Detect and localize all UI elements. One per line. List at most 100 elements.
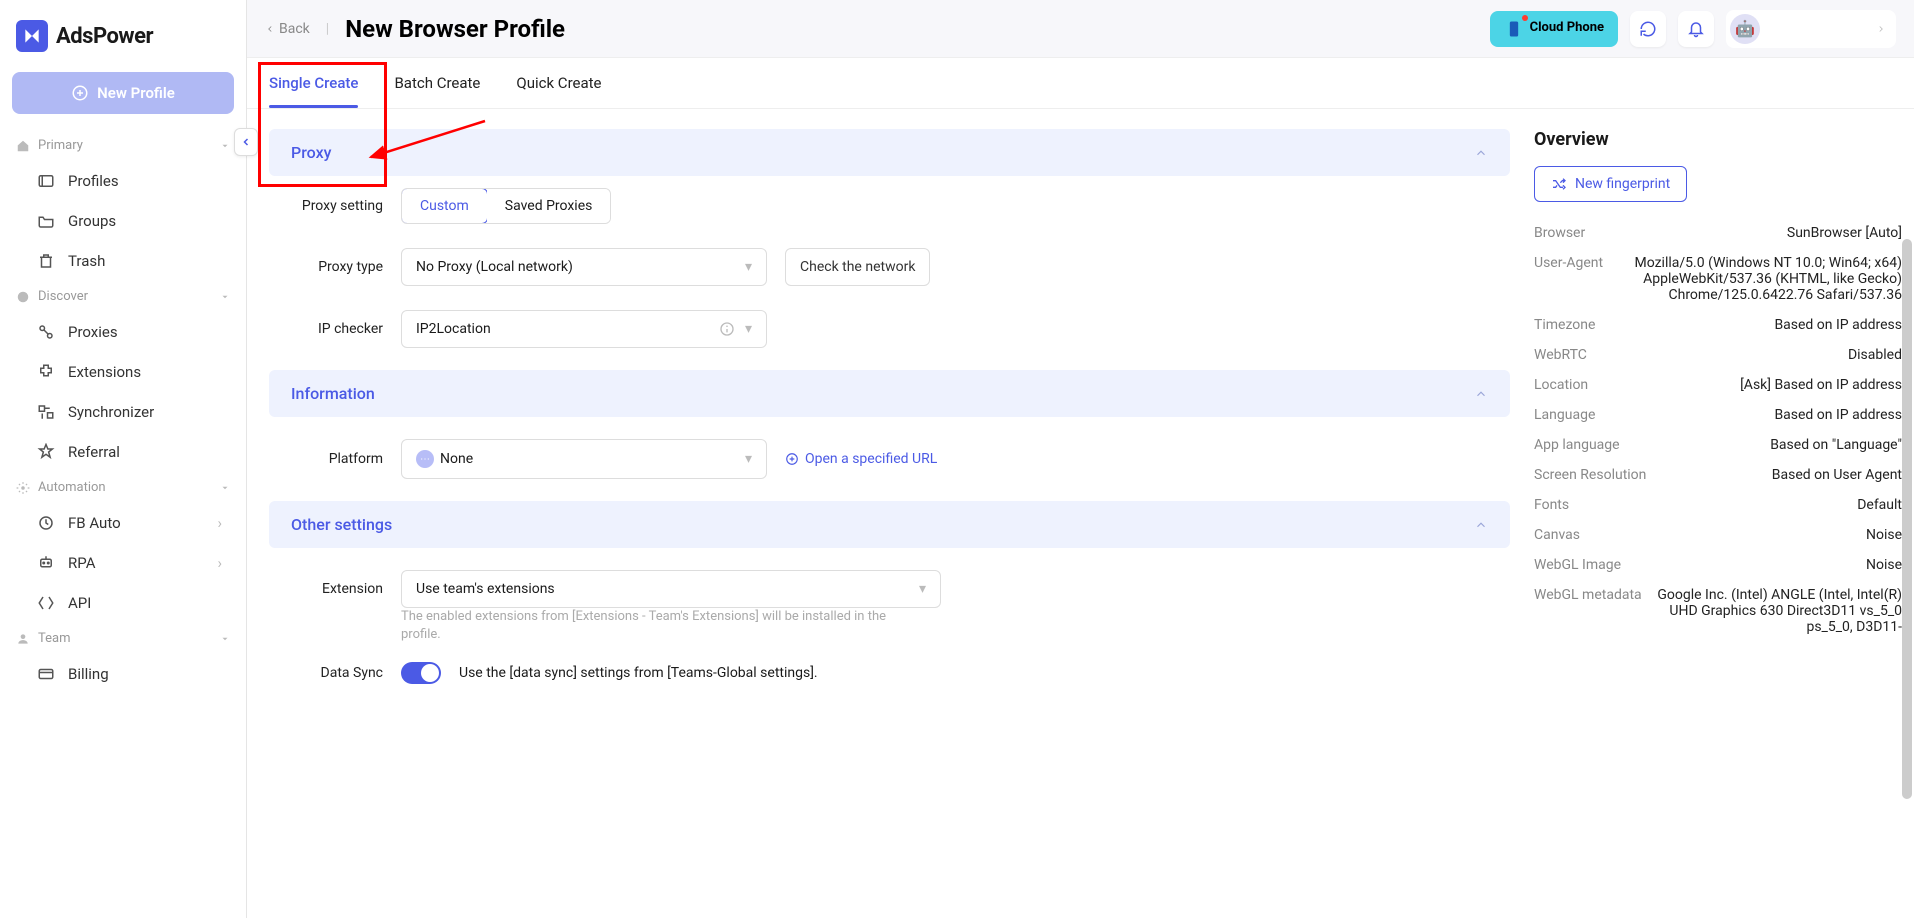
chevron-up-icon xyxy=(1474,146,1488,160)
sidebar-item-fbauto[interactable]: FB Auto › xyxy=(12,503,234,543)
sidebar-item-proxies[interactable]: Proxies xyxy=(12,312,234,352)
notifications-button[interactable] xyxy=(1678,11,1714,47)
overview-row: WebRTCDisabled xyxy=(1534,340,1902,370)
chevron-left-icon xyxy=(240,136,252,148)
chevron-down-icon: ▾ xyxy=(745,259,752,275)
chevron-up-icon xyxy=(1474,518,1488,532)
chevron-right-icon: › xyxy=(217,554,222,572)
overview-row: App language Based on "Language" xyxy=(1534,430,1902,460)
chevron-left-icon xyxy=(265,24,275,34)
sidebar-item-groups[interactable]: Groups xyxy=(12,201,234,241)
overview-label: Language xyxy=(1534,407,1595,423)
nav-section-automation[interactable]: Automation xyxy=(12,472,234,503)
overview-row: Timezone Based on IP address xyxy=(1534,310,1902,340)
overview-label: App language xyxy=(1534,437,1620,453)
nav-section-primary[interactable]: Primary xyxy=(12,130,234,161)
proxy-type-select[interactable]: No Proxy (Local network) ▾ xyxy=(401,248,767,286)
nav-section-discover[interactable]: Discover xyxy=(12,281,234,312)
section-other-header[interactable]: Other settings xyxy=(269,501,1510,548)
proxy-type-value: No Proxy (Local network) xyxy=(416,259,573,275)
open-url-link[interactable]: Open a specified URL xyxy=(785,451,937,467)
automation-label: Automation xyxy=(38,480,106,495)
sidebar-item-profiles[interactable]: Profiles xyxy=(12,161,234,201)
referral-icon xyxy=(36,442,56,462)
sidebar-item-api[interactable]: API xyxy=(12,583,234,623)
proxy-setting-custom[interactable]: Custom xyxy=(401,188,488,224)
information-section-label: Information xyxy=(291,384,375,403)
chevron-down-icon xyxy=(220,292,230,302)
overview-label: WebGL metadata xyxy=(1534,587,1642,603)
proxy-setting-segment: Custom Saved Proxies xyxy=(401,188,611,224)
sync-icon xyxy=(36,402,56,422)
extension-label: Extension xyxy=(269,581,401,597)
trash-icon xyxy=(36,251,56,271)
referral-label: Referral xyxy=(68,443,120,461)
chevron-down-icon: ▾ xyxy=(745,451,752,467)
refresh-icon xyxy=(1639,20,1657,38)
sidebar-item-referral[interactable]: Referral xyxy=(12,432,234,472)
platform-select[interactable]: ⋯ None ▾ xyxy=(401,439,767,479)
sidebar-item-extensions[interactable]: Extensions xyxy=(12,352,234,392)
extensions-icon xyxy=(36,362,56,382)
overview-row: Fonts Default xyxy=(1534,490,1902,520)
sidebar-item-billing[interactable]: Billing xyxy=(12,654,234,694)
api-icon xyxy=(36,593,56,613)
data-sync-toggle[interactable] xyxy=(401,662,441,684)
rpa-icon xyxy=(36,553,56,573)
create-tabs: Single Create Batch Create Quick Create xyxy=(247,58,1914,109)
overview-label: Timezone xyxy=(1534,317,1595,333)
overview-row: CanvasNoise xyxy=(1534,520,1902,550)
ip-checker-select[interactable]: IP2Location ▾ xyxy=(401,310,767,348)
chevron-right-icon xyxy=(1876,24,1886,34)
overview-value: Based on User Agent xyxy=(1772,467,1902,483)
overview-value: Based on "Language" xyxy=(1770,437,1902,453)
primary-label: Primary xyxy=(38,138,83,153)
sidebar-item-trash[interactable]: Trash xyxy=(12,241,234,281)
overview-value: Based on IP address xyxy=(1774,317,1902,333)
overview-label: Location xyxy=(1534,377,1588,393)
groups-label: Groups xyxy=(68,212,116,230)
tab-batch-create[interactable]: Batch Create xyxy=(394,58,480,108)
cloud-phone-button[interactable]: Cloud Phone xyxy=(1490,11,1618,47)
new-profile-label: New Profile xyxy=(97,84,175,102)
info-icon xyxy=(719,321,735,337)
nav-section-team[interactable]: Team xyxy=(12,623,234,654)
back-link[interactable]: Back xyxy=(265,21,310,37)
sidebar-collapse-button[interactable] xyxy=(234,128,258,156)
chevron-down-icon xyxy=(220,141,230,151)
overview-value: Disabled xyxy=(1848,347,1902,363)
check-network-button[interactable]: Check the network xyxy=(785,248,930,286)
new-fingerprint-button[interactable]: New fingerprint xyxy=(1534,166,1687,202)
tab-single-create[interactable]: Single Create xyxy=(269,58,358,108)
shuffle-icon xyxy=(1551,176,1567,192)
section-proxy-header[interactable]: Proxy xyxy=(269,129,1510,176)
trash-label: Trash xyxy=(68,252,105,270)
chevron-right-icon: › xyxy=(217,514,222,532)
new-profile-button[interactable]: New Profile xyxy=(12,72,234,114)
compass-icon xyxy=(16,290,30,304)
tab-quick-create[interactable]: Quick Create xyxy=(516,58,601,108)
extensions-label: Extensions xyxy=(68,363,141,381)
scrollbar[interactable] xyxy=(1902,239,1912,799)
chevron-down-icon xyxy=(220,483,230,493)
section-information-header[interactable]: Information xyxy=(269,370,1510,417)
overview-value: Mozilla/5.0 (Windows NT 10.0; Win64; x64… xyxy=(1617,255,1902,303)
other-section-label: Other settings xyxy=(291,515,392,534)
sidebar-item-rpa[interactable]: RPA › xyxy=(12,543,234,583)
overview-value: Default xyxy=(1857,497,1902,513)
account-menu[interactable]: 🤖 xyxy=(1726,10,1896,48)
brand-logo[interactable]: AdsPower xyxy=(12,12,234,72)
extension-select[interactable]: Use team's extensions ▾ xyxy=(401,570,941,608)
proxy-setting-saved[interactable]: Saved Proxies xyxy=(487,189,611,223)
sidebar-item-synchronizer[interactable]: Synchronizer xyxy=(12,392,234,432)
logo-icon xyxy=(16,20,48,52)
overview-value: Noise xyxy=(1866,557,1902,573)
refresh-button[interactable] xyxy=(1630,11,1666,47)
overview-label: Fonts xyxy=(1534,497,1569,513)
proxy-section-label: Proxy xyxy=(291,143,331,162)
bell-icon xyxy=(1687,20,1705,38)
none-icon: ⋯ xyxy=(416,450,434,468)
brand-name: AdsPower xyxy=(56,24,153,49)
overview-row: Location[Ask] Based on IP address xyxy=(1534,370,1902,400)
proxies-icon xyxy=(36,322,56,342)
